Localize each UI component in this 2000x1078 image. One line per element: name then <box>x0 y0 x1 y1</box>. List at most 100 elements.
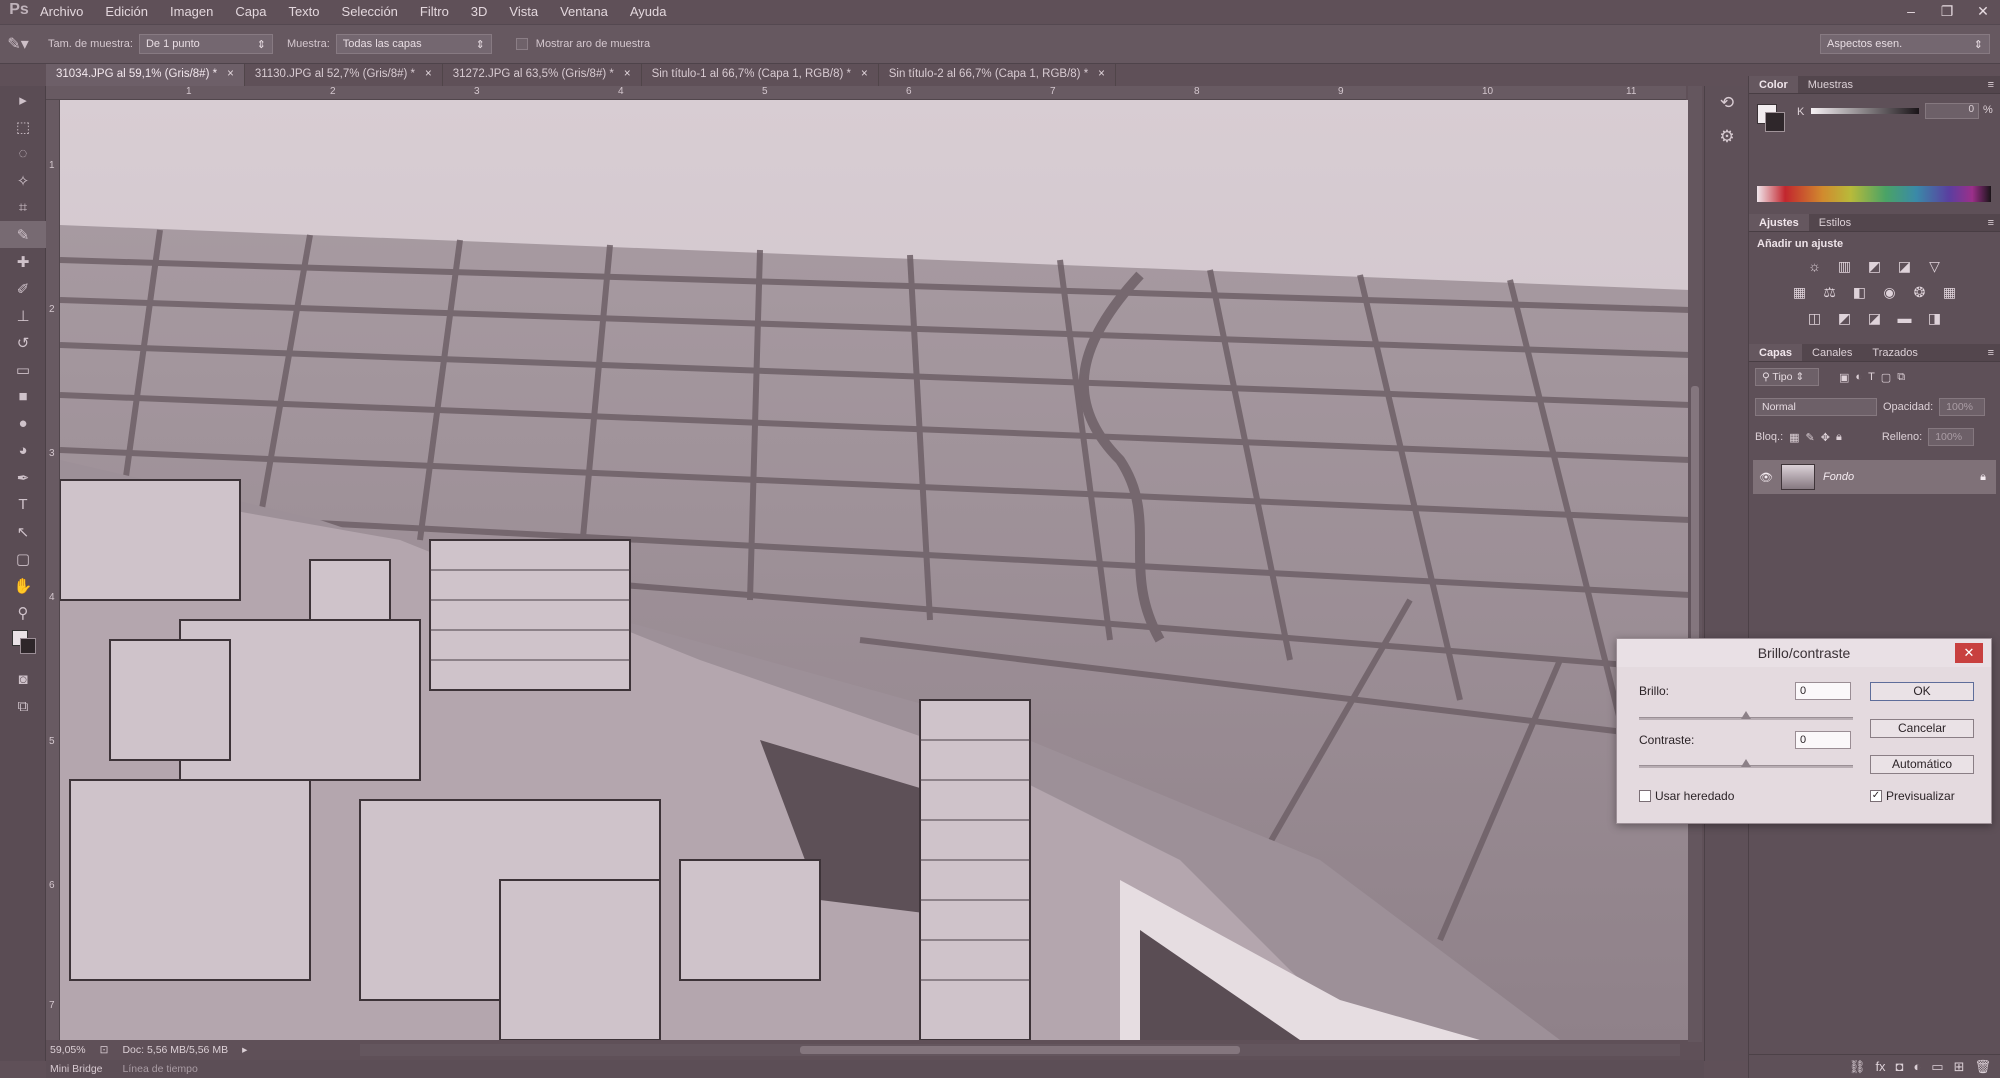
menu-imagen[interactable]: Imagen <box>170 4 213 19</box>
selective-color-icon[interactable]: ◨ <box>1925 310 1945 328</box>
dodge-tool-icon[interactable]: ◕ <box>0 437 46 464</box>
menu-ayuda[interactable]: Ayuda <box>630 4 667 19</box>
photo-filter-icon[interactable]: ◉ <box>1880 284 1900 302</box>
quick-mask-icon[interactable]: ◙ <box>0 666 46 693</box>
background-color-swatch[interactable] <box>1765 112 1785 132</box>
layer-style-icon[interactable]: fx <box>1875 1059 1885 1074</box>
tab-sin-titulo-2[interactable]: Sin título-2 al 66,7% (Capa 1, RGB/8) * × <box>879 64 1116 86</box>
doc-size-icon[interactable]: ⊡ <box>100 1044 109 1056</box>
tab-mini-bridge[interactable]: Mini Bridge <box>50 1063 103 1075</box>
menu-filtro[interactable]: Filtro <box>420 4 449 19</box>
background-color-swatch[interactable] <box>20 638 36 654</box>
auto-button[interactable]: Automático <box>1870 755 1974 774</box>
tab-31130[interactable]: 31130.JPG al 52,7% (Gris/8#) * × <box>245 64 443 86</box>
filter-pixel-icon[interactable]: ▣ <box>1839 371 1849 384</box>
threshold-icon[interactable]: ◪ <box>1865 310 1885 328</box>
tab-styles[interactable]: Estilos <box>1809 214 1861 231</box>
brightness-input[interactable]: 0 <box>1795 682 1851 700</box>
crop-tool-icon[interactable]: ⌗ <box>0 194 46 221</box>
filter-adjustment-icon[interactable]: ◐ <box>1855 371 1862 383</box>
new-group-icon[interactable]: ▭ <box>1931 1059 1943 1075</box>
path-selection-tool-icon[interactable]: ↖ <box>0 518 46 545</box>
ok-button[interactable]: OK <box>1870 682 1974 701</box>
restore-button[interactable]: ❐ <box>1936 3 1958 20</box>
move-tool-icon[interactable]: ▸ <box>0 86 46 113</box>
lock-pixels-icon[interactable]: ✎ <box>1806 431 1815 444</box>
channel-mixer-icon[interactable]: ❂ <box>1910 284 1930 302</box>
horizontal-scrollbar[interactable] <box>360 1044 1680 1056</box>
new-adjustment-icon[interactable]: ◐ <box>1913 1059 1921 1074</box>
menu-texto[interactable]: Texto <box>288 4 319 19</box>
history-brush-tool-icon[interactable]: ↺ <box>0 329 46 356</box>
tab-31034[interactable]: 31034.JPG al 59,1% (Gris/8#) * × <box>46 64 245 86</box>
curves-icon[interactable]: ◩ <box>1865 258 1885 276</box>
preview-checkbox[interactable]: ✓ Previsualizar <box>1870 789 1955 803</box>
new-layer-icon[interactable]: ⊞ <box>1954 1059 1965 1075</box>
link-layers-icon[interactable]: ⛓ <box>1849 1059 1866 1075</box>
blend-mode-select[interactable]: Normal <box>1755 398 1877 416</box>
close-icon[interactable]: ✕ <box>1955 643 1983 663</box>
menu-seleccion[interactable]: Selección <box>342 4 398 19</box>
cancel-button[interactable]: Cancelar <box>1870 719 1974 738</box>
canvas-area[interactable] <box>60 100 1700 1040</box>
panel-menu-icon[interactable]: ≡ <box>1982 344 2000 361</box>
filter-shape-icon[interactable]: ▢ <box>1881 371 1891 384</box>
k-value-field[interactable]: 0 <box>1925 103 1979 119</box>
brightness-contrast-icon[interactable]: ☼ <box>1805 258 1825 276</box>
menu-capa[interactable]: Capa <box>235 4 266 19</box>
posterize-icon[interactable]: ◩ <box>1835 310 1855 328</box>
zoom-tool-icon[interactable]: ⚲ <box>0 599 46 626</box>
levels-icon[interactable]: ▥ <box>1835 258 1855 276</box>
invert-icon[interactable]: ◫ <box>1805 310 1825 328</box>
close-icon[interactable]: × <box>1098 68 1105 86</box>
properties-icon[interactable]: ⚙ <box>1705 120 1749 154</box>
tab-paths[interactable]: Trazados <box>1862 344 1927 361</box>
black-white-icon[interactable]: ◧ <box>1850 284 1870 302</box>
filter-type-icon[interactable]: T <box>1868 371 1875 383</box>
hand-tool-icon[interactable]: ✋ <box>0 572 46 599</box>
healing-brush-tool-icon[interactable]: ✚ <box>0 248 46 275</box>
color-balance-icon[interactable]: ⚖ <box>1820 284 1840 302</box>
type-tool-icon[interactable]: T <box>0 491 46 518</box>
hue-saturation-icon[interactable]: ▦ <box>1790 284 1810 302</box>
close-icon[interactable]: × <box>425 68 432 86</box>
layer-row-fondo[interactable]: 👁︎ Fondo 🔒︎ <box>1753 460 1996 494</box>
checkbox-box[interactable] <box>1639 790 1651 802</box>
tab-adjustments[interactable]: Ajustes <box>1749 214 1809 231</box>
pen-tool-icon[interactable]: ✒ <box>0 464 46 491</box>
gradient-tool-icon[interactable]: ■ <box>0 383 46 410</box>
checkbox-box[interactable]: ✓ <box>1870 790 1882 802</box>
add-mask-icon[interactable]: ◘ <box>1896 1059 1904 1074</box>
close-icon[interactable]: × <box>624 68 631 86</box>
delete-layer-icon[interactable]: 🗑︎ <box>1974 1059 1991 1075</box>
tab-layers[interactable]: Capas <box>1749 344 1803 361</box>
vertical-scrollbar[interactable] <box>1688 86 1702 1042</box>
lock-transparent-icon[interactable]: ▦ <box>1789 431 1799 444</box>
eyedropper-tool-icon[interactable]: ✎ <box>0 221 46 248</box>
k-slider[interactable] <box>1811 108 1919 114</box>
brightness-slider-knob[interactable] <box>1741 711 1751 719</box>
panel-menu-icon[interactable]: ≡ <box>1982 76 2000 93</box>
filter-smart-object-icon[interactable]: ⧉ <box>1897 371 1905 384</box>
shape-tool-icon[interactable]: ▢ <box>0 545 46 572</box>
gradient-map-icon[interactable]: ▬ <box>1895 310 1915 328</box>
legacy-checkbox[interactable]: Usar heredado <box>1639 789 1734 803</box>
lasso-tool-icon[interactable]: ◌ <box>0 140 46 167</box>
lock-all-icon[interactable]: 🔒︎ <box>1836 431 1842 444</box>
sample-size-select[interactable]: De 1 punto ⇕ <box>138 34 273 54</box>
close-window-button[interactable]: ✕ <box>1972 3 1994 20</box>
sample-select[interactable]: Todas las capas ⇕ <box>335 34 492 54</box>
tab-channels[interactable]: Canales <box>1802 344 1862 361</box>
history-icon[interactable]: ⟲ <box>1705 86 1749 120</box>
blur-tool-icon[interactable]: ● <box>0 410 46 437</box>
scroll-thumb[interactable] <box>800 1046 1240 1054</box>
menu-archivo[interactable]: Archivo <box>40 4 83 19</box>
status-arrow-icon[interactable]: ▸ <box>242 1044 247 1056</box>
contrast-input[interactable]: 0 <box>1795 731 1851 749</box>
marquee-tool-icon[interactable]: ⬚ <box>0 113 46 140</box>
fill-field[interactable]: 100% <box>1928 428 1975 446</box>
eye-icon[interactable]: 👁︎ <box>1759 471 1773 484</box>
menu-3d[interactable]: 3D <box>471 4 488 19</box>
vibrance-icon[interactable]: ▽ <box>1925 258 1945 276</box>
minimize-button[interactable]: – <box>1900 3 1922 19</box>
